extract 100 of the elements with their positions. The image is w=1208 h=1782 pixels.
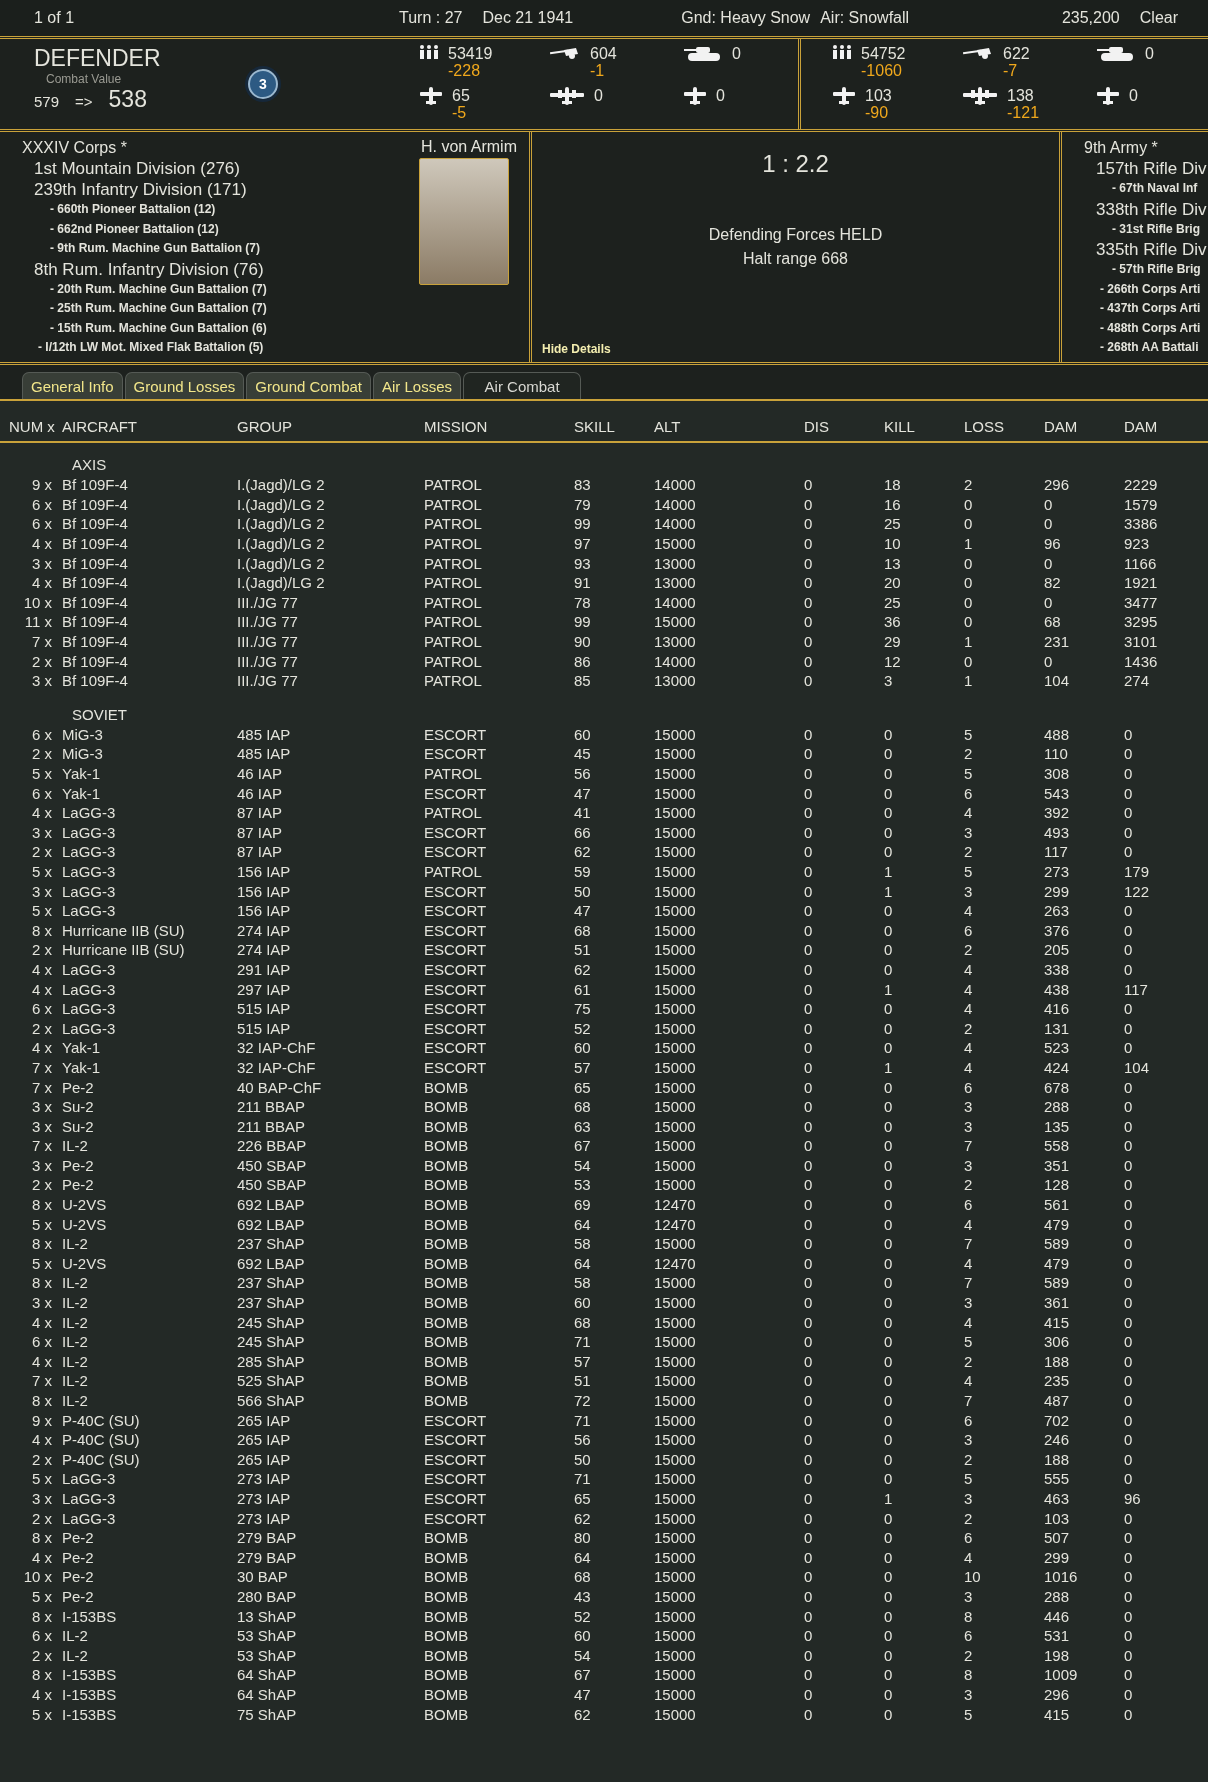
table-cell: ESCORT bbox=[424, 1058, 487, 1076]
table-cell: BOMB bbox=[424, 1587, 469, 1605]
table-cell: 0 bbox=[884, 1627, 893, 1645]
table-cell: 0 bbox=[804, 554, 813, 572]
table-cell-text: 5 x bbox=[32, 1215, 53, 1233]
table-cell-text: 9 x bbox=[32, 476, 53, 494]
table-cell: 438 bbox=[1044, 980, 1070, 998]
table-cell: 7 bbox=[964, 1235, 973, 1253]
table-cell: 10 bbox=[964, 1568, 981, 1586]
table-cell: 0 bbox=[884, 1607, 893, 1625]
table-cell: 0 bbox=[804, 1431, 813, 1449]
table-cell: PATROL bbox=[424, 535, 482, 553]
table-cell: 60 bbox=[574, 1294, 591, 1312]
table-cell: BOMB bbox=[424, 1372, 469, 1390]
table-cell: 8 bbox=[964, 1666, 973, 1684]
table-cell: ESCORT bbox=[424, 823, 487, 841]
table-cell: 2 bbox=[964, 1019, 973, 1037]
table-cell: P-40C (SU) bbox=[62, 1411, 140, 1429]
table-cell: 4 bbox=[964, 960, 973, 978]
table-cell-text: 6 x bbox=[32, 1333, 53, 1351]
table-cell: 3101 bbox=[1124, 633, 1158, 651]
table-cell: 0 bbox=[1044, 652, 1053, 670]
table-cell: U-2VS bbox=[62, 1196, 107, 1214]
table-cell: 0 bbox=[1124, 1019, 1133, 1037]
table-cell: BOMB bbox=[424, 1137, 469, 1155]
table-cell: 15000 bbox=[654, 1607, 696, 1625]
table-cell: 285 ShAP bbox=[237, 1352, 305, 1370]
table-cell: 273 IAP bbox=[237, 1470, 291, 1488]
table-cell: BOMB bbox=[424, 1627, 469, 1645]
tab[interactable]: Air Losses bbox=[373, 372, 462, 399]
plane-icon bbox=[1097, 87, 1119, 105]
table-cell: 1009 bbox=[1044, 1666, 1078, 1684]
table-cell: Pe-2 bbox=[62, 1548, 94, 1566]
table-cell: 0 bbox=[884, 1587, 893, 1605]
table-cell: 0 bbox=[884, 1156, 893, 1174]
table-cell: 0 bbox=[804, 1411, 813, 1429]
table-cell: 485 IAP bbox=[237, 725, 291, 743]
table-cell: BOMB bbox=[424, 1392, 469, 1409]
table-cell: 3 bbox=[964, 1431, 973, 1449]
table-cell: ESCORT bbox=[424, 1411, 487, 1429]
table-cell: 25 bbox=[884, 515, 901, 533]
table-cell: I-153BS bbox=[62, 1607, 117, 1625]
tab[interactable]: Ground Losses bbox=[124, 372, 245, 399]
table-cell: 4 bbox=[964, 902, 973, 920]
table-cell: 1 bbox=[964, 535, 973, 553]
table-cell: 15000 bbox=[654, 1568, 696, 1586]
table-cell: 0 bbox=[884, 823, 893, 841]
table-cell: 1016 bbox=[1044, 1568, 1078, 1586]
table-cell: 87 IAP bbox=[237, 843, 283, 861]
table-cell: 1 bbox=[964, 672, 973, 690]
table-cell: LaGG-3 bbox=[62, 804, 116, 822]
table-cell: 52 bbox=[574, 1607, 591, 1625]
stat-loss: -228 bbox=[448, 62, 482, 79]
table-cell: 246 bbox=[1044, 1431, 1070, 1449]
table-cell: Bf 109F-4 bbox=[62, 554, 128, 572]
column-header: MISSION bbox=[424, 417, 488, 435]
table-cell: 2 bbox=[964, 745, 973, 763]
table-cell: BOMB bbox=[424, 1078, 469, 1096]
table-cell: 57 bbox=[574, 1352, 591, 1370]
table-cell: Pe-2 bbox=[62, 1568, 94, 1586]
table-cell: I-153BS bbox=[62, 1685, 117, 1703]
table-cell: LaGG-3 bbox=[62, 1490, 116, 1507]
table-cell: 97 bbox=[574, 535, 591, 553]
table-cell: 0 bbox=[1124, 1685, 1133, 1703]
table-cell: 45 bbox=[574, 745, 591, 763]
table-cell: PATROL bbox=[424, 652, 482, 670]
table-cell: 0 bbox=[1124, 1587, 1133, 1605]
table-cell: 15000 bbox=[654, 1176, 696, 1194]
table-cell: 0 bbox=[804, 652, 813, 670]
tab[interactable]: General Info bbox=[22, 372, 123, 399]
table-cell: IL-2 bbox=[62, 1352, 88, 1370]
table-cell-text: 4 x bbox=[32, 1352, 53, 1370]
table-cell: 0 bbox=[804, 495, 813, 513]
table-cell: 51 bbox=[574, 941, 591, 959]
tab[interactable]: Air Combat bbox=[463, 372, 582, 399]
table-cell-text: 4 x bbox=[32, 574, 53, 592]
table-cell: 15000 bbox=[654, 1705, 696, 1723]
table-cell: Bf 109F-4 bbox=[62, 515, 128, 533]
table-cell: 15000 bbox=[654, 1333, 696, 1351]
stat-value: 54752 bbox=[861, 45, 906, 62]
tab[interactable]: Ground Combat bbox=[246, 372, 372, 399]
table-cell: 0 bbox=[804, 1333, 813, 1351]
table-cell: 15000 bbox=[654, 1019, 696, 1037]
table-cell-text: 10 x bbox=[23, 593, 53, 611]
table-cell: 0 bbox=[1124, 1000, 1133, 1018]
hide-details-link[interactable]: Hide Details bbox=[542, 342, 611, 356]
plane-icon bbox=[684, 87, 706, 105]
table-cell: 237 ShAP bbox=[237, 1235, 305, 1253]
table-cell: 0 bbox=[804, 823, 813, 841]
table-cell: 2 bbox=[964, 1646, 973, 1664]
column-header: DAM bbox=[1124, 417, 1158, 435]
table-cell: 15000 bbox=[654, 1058, 696, 1076]
table-cell: ESCORT bbox=[424, 1490, 487, 1507]
table-cell: 13000 bbox=[654, 574, 696, 592]
table-cell: PATROL bbox=[424, 863, 482, 880]
table-cell: 156 IAP bbox=[237, 882, 291, 900]
table-cell: 561 bbox=[1044, 1196, 1070, 1214]
table-cell: 50 bbox=[574, 882, 591, 900]
table-cell-text: 2 x bbox=[32, 745, 53, 763]
table-cell: 68 bbox=[574, 1568, 591, 1586]
